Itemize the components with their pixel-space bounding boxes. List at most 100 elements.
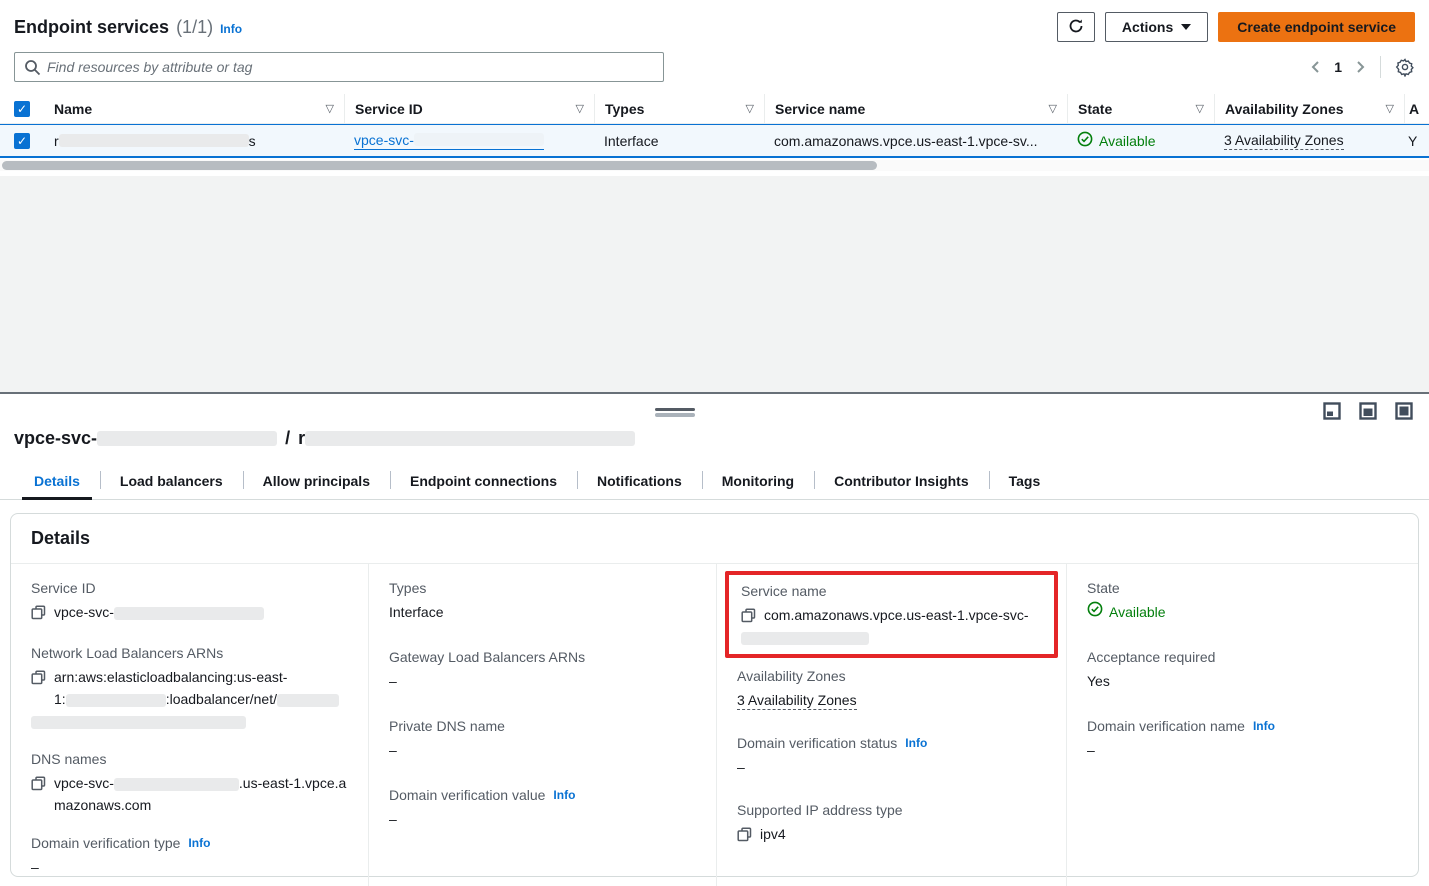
actions-button[interactable]: Actions — [1105, 12, 1208, 42]
create-endpoint-service-button[interactable]: Create endpoint service — [1218, 12, 1415, 42]
tab-allow-principals[interactable]: Allow principals — [243, 465, 390, 499]
search-icon — [24, 59, 41, 81]
field-state: State Available — [1087, 580, 1398, 623]
cell-availability-zones: 3 Availability Zones — [1214, 125, 1404, 156]
sort-icon[interactable]: ▽ — [1043, 102, 1057, 115]
field-acceptance-required: Acceptance required Yes — [1087, 649, 1398, 692]
column-label: Types — [605, 101, 644, 117]
cell-service-name: com.amazonaws.vpce.us-east-1.vpce-sv... — [764, 125, 1067, 156]
title-info-link[interactable]: Info — [220, 22, 242, 36]
table-row[interactable]: ✓ rs vpce-svc- Interface com.amazonaws.v… — [0, 124, 1429, 158]
availability-zones-link[interactable]: 3 Availability Zones — [1224, 132, 1344, 150]
copy-icon[interactable] — [741, 607, 756, 629]
field-service-name: Service name com.amazonaws.vpce.us-east-… — [741, 583, 1042, 648]
column-header-types[interactable]: Types ▽ — [594, 94, 764, 123]
scrollbar-thumb[interactable] — [2, 161, 877, 170]
info-link[interactable]: Info — [553, 788, 575, 802]
column-header-service-id[interactable]: Service ID ▽ — [344, 94, 594, 123]
split-panel-drag-handle[interactable] — [655, 408, 695, 417]
redacted-text — [97, 431, 277, 446]
field-domain-verification-status: Domain verification status Info – — [737, 735, 1046, 778]
field-private-dns: Private DNS name – — [389, 718, 696, 761]
details-card-heading: Details — [11, 514, 1418, 564]
field-domain-verification-name: Domain verification name Info – — [1087, 718, 1398, 761]
info-link[interactable]: Info — [905, 736, 927, 750]
field-domain-verification-type: Domain verification type Info – — [31, 835, 348, 878]
redacted-text — [114, 607, 264, 620]
panel-size-large-button[interactable] — [1395, 402, 1413, 420]
split-panel-title: vpce-svc-/r — [0, 394, 1429, 449]
tab-monitoring[interactable]: Monitoring — [702, 465, 814, 499]
detail-tabs: Details Load balancers Allow principals … — [0, 465, 1429, 500]
table-header-row: ✓ Name ▽ Service ID ▽ Types ▽ Service na… — [0, 94, 1429, 124]
pager-divider — [1380, 56, 1381, 78]
redacted-text — [305, 431, 635, 446]
sort-icon[interactable]: ▽ — [1380, 102, 1394, 115]
panel-size-controls — [1323, 402, 1413, 420]
panel-size-small-button[interactable] — [1323, 402, 1341, 420]
page-number[interactable]: 1 — [1332, 59, 1344, 75]
redacted-text — [114, 778, 239, 791]
tab-load-balancers[interactable]: Load balancers — [100, 465, 243, 499]
column-header-availability-zones[interactable]: Availability Zones ▽ — [1214, 94, 1404, 123]
column-label: A — [1409, 101, 1419, 117]
chevron-down-icon — [1181, 24, 1191, 30]
sort-icon[interactable]: ▽ — [570, 102, 584, 115]
cell-state: Available — [1067, 125, 1214, 156]
row-checkbox[interactable]: ✓ — [14, 133, 30, 149]
column-label: Service name — [775, 101, 865, 117]
copy-icon[interactable] — [31, 604, 46, 626]
cell-types: Interface — [594, 125, 764, 156]
column-label: Name — [54, 101, 92, 117]
horizontal-scrollbar[interactable] — [0, 160, 1429, 171]
column-header-name[interactable]: Name ▽ — [44, 94, 344, 123]
availability-zones-link[interactable]: 3 Availability Zones — [737, 692, 857, 710]
list-header: Endpoint services (1/1) Info Actions Cre… — [0, 0, 1429, 42]
actions-button-label: Actions — [1122, 19, 1173, 35]
tab-details[interactable]: Details — [14, 465, 100, 499]
refresh-button[interactable] — [1057, 12, 1095, 42]
info-link[interactable]: Info — [1253, 719, 1275, 733]
redacted-text — [66, 694, 166, 707]
next-page-button[interactable] — [1354, 60, 1366, 74]
column-header-overflow[interactable]: A — [1404, 94, 1429, 123]
endpoint-services-page: Endpoint services (1/1) Info Actions Cre… — [0, 0, 1429, 886]
resource-count: (1/1) — [176, 17, 213, 38]
search-input[interactable] — [15, 53, 663, 81]
cell-name: rs — [44, 125, 344, 156]
field-types: Types Interface — [389, 580, 696, 623]
column-header-state[interactable]: State ▽ — [1067, 94, 1214, 123]
tab-tags[interactable]: Tags — [989, 465, 1061, 499]
tab-contributor-insights[interactable]: Contributor Insights — [814, 465, 989, 499]
sort-icon[interactable]: ▽ — [1190, 102, 1204, 115]
redacted-text — [414, 133, 544, 146]
column-header-service-name[interactable]: Service name ▽ — [764, 94, 1067, 123]
field-glb-arns: Gateway Load Balancers ARNs – — [389, 649, 696, 692]
copy-icon[interactable] — [31, 669, 46, 691]
redacted-text — [31, 716, 246, 729]
copy-icon[interactable] — [737, 826, 752, 848]
details-card: Details Service ID vpce-svc- Network Loa… — [10, 513, 1419, 877]
content-background — [0, 176, 1429, 392]
panel-size-medium-button[interactable] — [1359, 402, 1377, 420]
check-circle-icon — [1077, 131, 1093, 150]
sort-icon[interactable]: ▽ — [740, 102, 754, 115]
tab-notifications[interactable]: Notifications — [577, 465, 702, 499]
list-toolbar: 1 — [0, 42, 1429, 82]
prev-page-button[interactable] — [1310, 60, 1322, 74]
tab-endpoint-connections[interactable]: Endpoint connections — [390, 465, 577, 499]
preferences-gear-button[interactable] — [1395, 57, 1415, 77]
copy-icon[interactable] — [31, 775, 46, 797]
column-label: Availability Zones — [1225, 101, 1344, 117]
info-link[interactable]: Info — [188, 836, 210, 850]
select-all-checkbox[interactable]: ✓ — [14, 101, 30, 117]
sort-icon[interactable]: ▽ — [320, 102, 334, 115]
field-availability-zones: Availability Zones 3 Availability Zones — [737, 668, 1046, 711]
details-column-3: Service name com.amazonaws.vpce.us-east-… — [716, 564, 1066, 886]
pagination: 1 — [1310, 56, 1415, 78]
service-id-link[interactable]: vpce-svc- — [354, 132, 544, 150]
create-button-label: Create endpoint service — [1237, 19, 1396, 35]
details-column-2: Types Interface Gateway Load Balancers A… — [368, 564, 716, 886]
column-label: Service ID — [355, 101, 423, 117]
page-title: Endpoint services — [14, 17, 169, 38]
